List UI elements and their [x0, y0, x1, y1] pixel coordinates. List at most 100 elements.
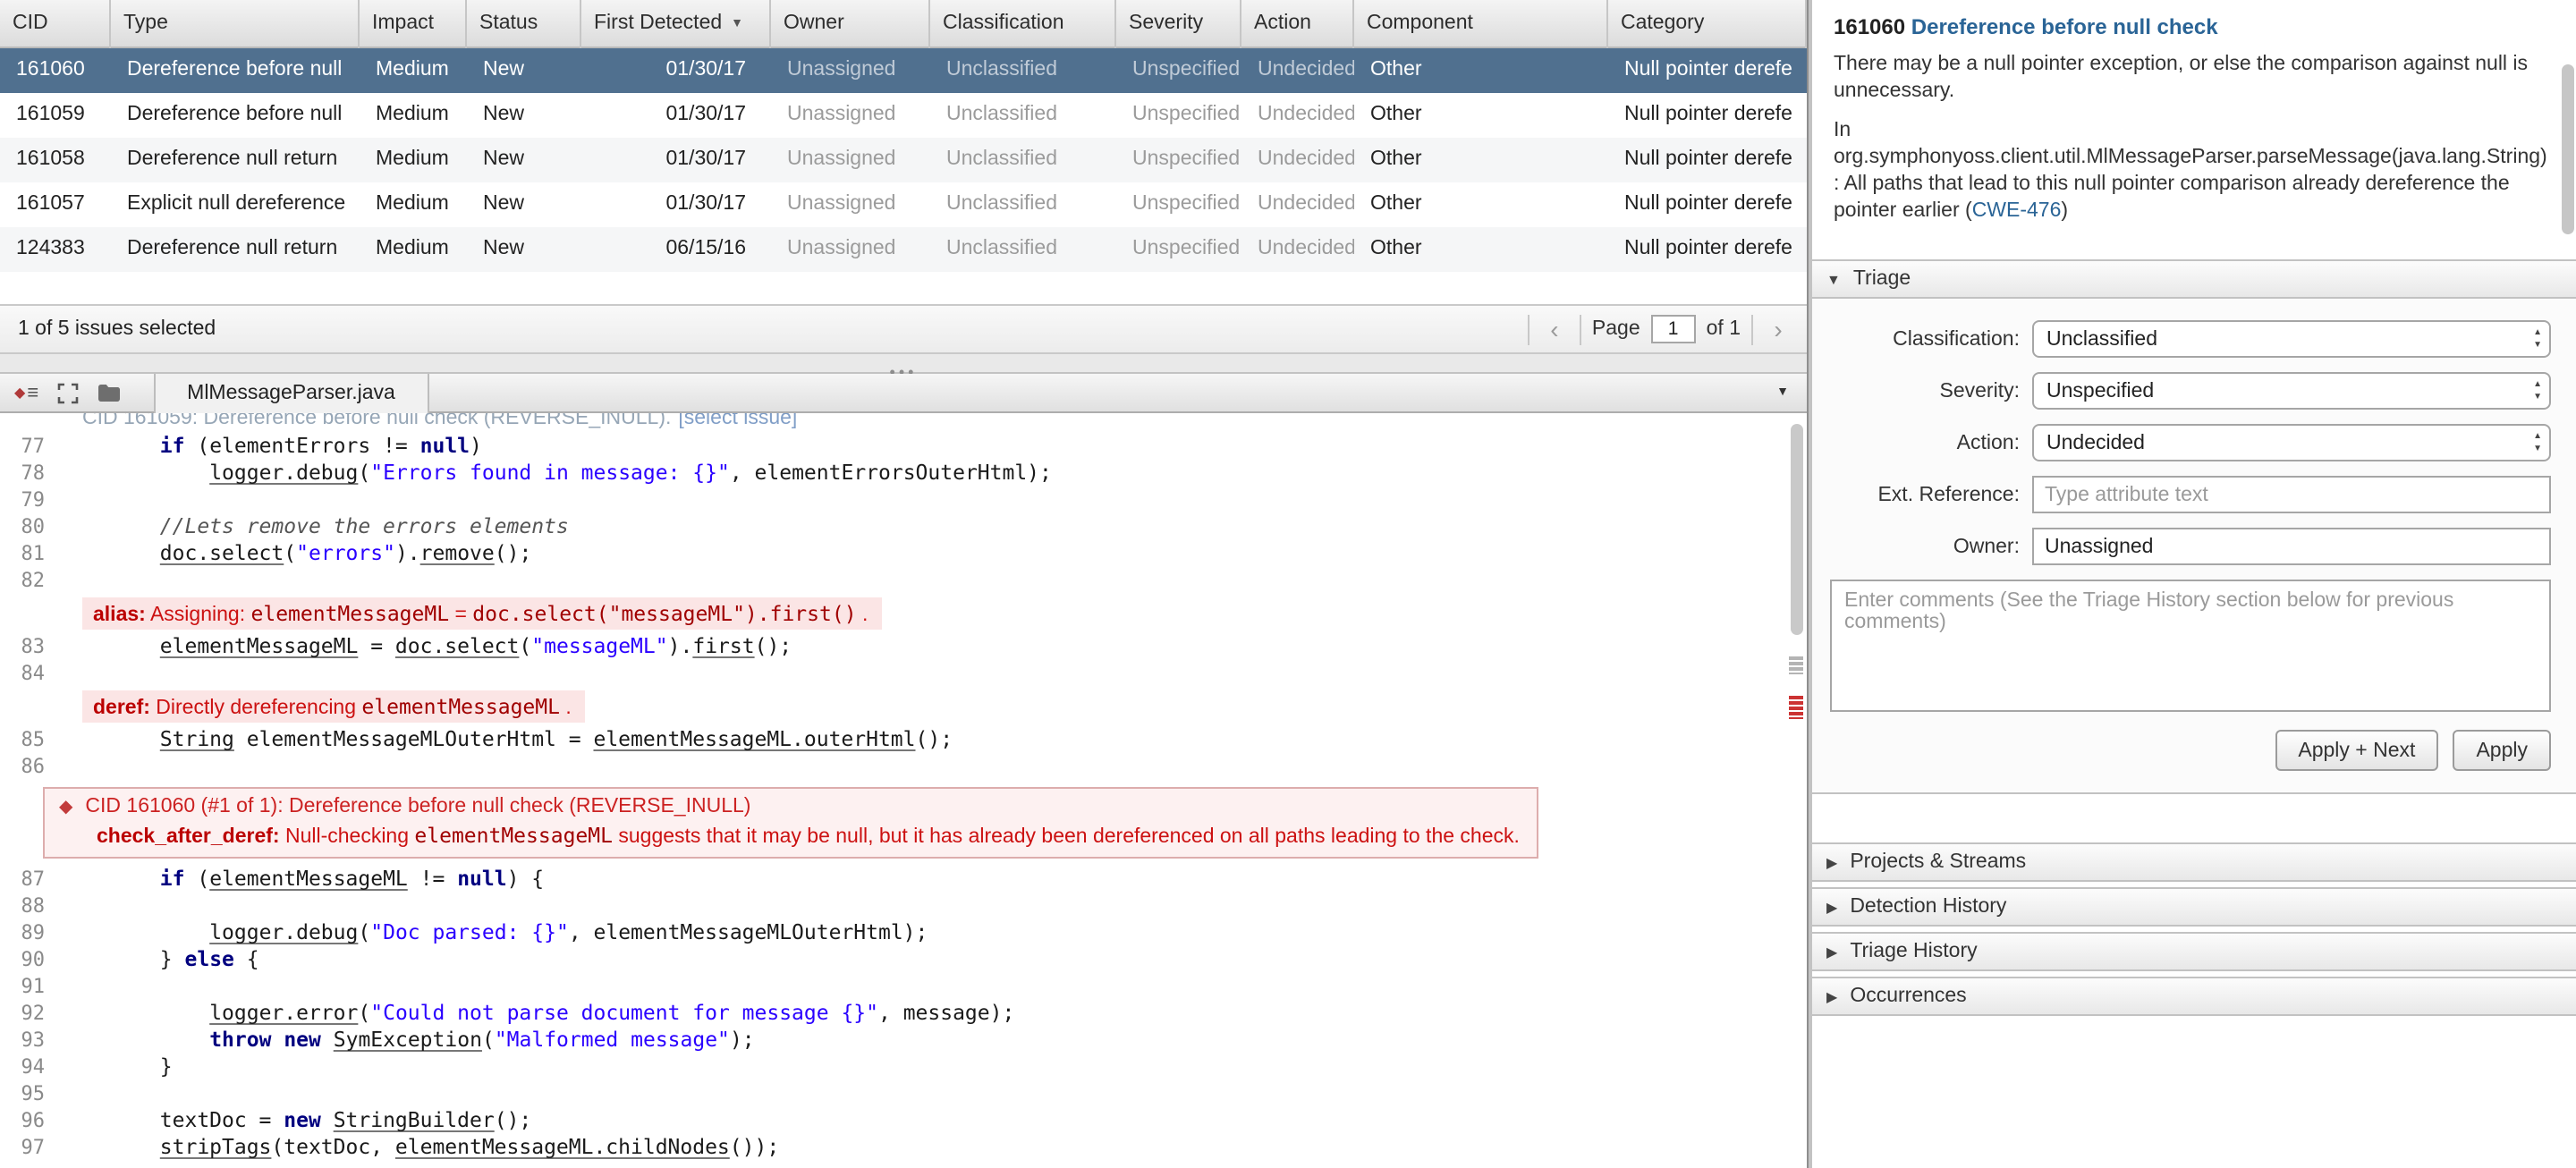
- collapsed-sections: ▶ Projects & Streams ▶ Detection History ▶ Tr…: [1812, 842, 2576, 1016]
- cell-status: New: [483, 104, 525, 125]
- scroll-marker-red[interactable]: [1789, 696, 1803, 719]
- column-header-label: Owner: [784, 13, 844, 34]
- line-number: 95: [21, 1082, 46, 1105]
- triage-field-row: Owner:: [1812, 528, 2576, 565]
- collapsed-triangle-icon: ▶: [1826, 988, 1838, 1004]
- events-diamond-glyph: ◆: [14, 385, 26, 401]
- cell-impact: Medium: [376, 238, 449, 259]
- column-header-status[interactable]: Status: [467, 0, 581, 48]
- apply-next-button[interactable]: Apply + Next: [2275, 730, 2439, 771]
- apply-button[interactable]: Apply: [2453, 730, 2551, 771]
- owner-input[interactable]: [2032, 528, 2551, 565]
- cell-first_detected: 01/30/17: [665, 59, 746, 80]
- issues-table-body: 161060 Dereference before null Medium New 01…: [0, 48, 1807, 272]
- column-header-category[interactable]: Category: [1608, 0, 1807, 48]
- details-scrollbar-thumb[interactable]: [2562, 64, 2574, 234]
- pager-divider: [1751, 314, 1753, 344]
- issue-details-header: 161060 Dereference before null check The…: [1812, 0, 2576, 245]
- code-text: if (elementMessageML != null) {: [159, 866, 545, 891]
- expand-icon[interactable]: [56, 382, 78, 403]
- severity-select[interactable]: Unspecified ▲ ▼: [2032, 372, 2551, 410]
- line-number: 84: [21, 662, 46, 685]
- column-header-impact[interactable]: Impact: [360, 0, 467, 48]
- column-header-label: Type: [123, 13, 168, 34]
- ext-reference-input[interactable]: [2032, 476, 2551, 513]
- code-line: 97 stripTags(textDoc, elementMessageML.c…: [0, 1134, 1807, 1161]
- column-header-classification[interactable]: Classification: [930, 0, 1116, 48]
- event-line: deref: Directly dereferencing elementMes…: [0, 690, 1807, 723]
- code-scrollbar-thumb[interactable]: [1791, 424, 1803, 635]
- column-header-type[interactable]: Type: [111, 0, 360, 48]
- line-number: 82: [21, 569, 46, 592]
- section-header-label: Detection History: [1850, 896, 2007, 918]
- section-header-triage[interactable]: ▼ Triage: [1812, 259, 2576, 299]
- section-header-triage-history[interactable]: ▶ Triage History: [1812, 932, 2576, 971]
- event-chip: deref: Directly dereferencing elementMes…: [82, 690, 586, 723]
- page-input[interactable]: [1650, 315, 1696, 343]
- cell-status: New: [483, 193, 525, 215]
- code-line: 80 //Lets remove the errors elements: [0, 513, 1807, 540]
- triage-buttons: Apply + Next Apply: [1812, 730, 2551, 771]
- folder-icon[interactable]: [96, 383, 121, 402]
- comment-textarea[interactable]: [1830, 580, 2551, 712]
- line-number: 92: [21, 1002, 46, 1025]
- event-label: deref:: [93, 698, 150, 719]
- line-number: 97: [21, 1136, 46, 1159]
- line-number: 91: [21, 975, 46, 998]
- table-row[interactable]: 161057 Explicit null dereference Medium New…: [0, 182, 1807, 227]
- file-tab[interactable]: MlMessageParser.java: [153, 373, 429, 412]
- primary-event-box: ◆ CID 161060 (#1 of 1): Dereference befor…: [43, 787, 1539, 859]
- line-number: 93: [21, 1028, 46, 1052]
- code-line: 90 } else {: [0, 946, 1807, 973]
- line-number: 77: [21, 435, 46, 458]
- column-header-cid[interactable]: CID: [0, 0, 111, 48]
- pager-divider: [1527, 314, 1530, 344]
- cell-impact: Medium: [376, 104, 449, 125]
- code-line: 84: [0, 660, 1807, 687]
- code-text: throw new SymException("Malformed messag…: [209, 1027, 755, 1052]
- code-line: 94 }: [0, 1054, 1807, 1080]
- column-header-component[interactable]: Component: [1354, 0, 1608, 48]
- code-line: 81 doc.select("errors").remove();: [0, 540, 1807, 567]
- column-header-severity[interactable]: Severity: [1116, 0, 1241, 48]
- horizontal-splitter[interactable]: •••: [0, 354, 1807, 380]
- prev-page-button[interactable]: ‹: [1540, 306, 1569, 352]
- event-chip: alias: Assigning: elementMessageML = doc…: [82, 597, 883, 630]
- cell-impact: Medium: [376, 59, 449, 80]
- code-text: logger.error("Could not parse document f…: [209, 1000, 1015, 1025]
- cell-status: New: [483, 148, 525, 170]
- source-viewer: CID 161059: Dereference before null chec…: [0, 413, 1807, 1168]
- triage-field-row: Ext. Reference:: [1812, 476, 2576, 513]
- column-header-label: CID: [13, 13, 48, 34]
- select-issue-link[interactable]: [select issue]: [678, 413, 797, 429]
- section-header-detection-history[interactable]: ▶ Detection History: [1812, 887, 2576, 927]
- cell-severity: Unspecified: [1132, 59, 1241, 80]
- table-row[interactable]: 161058 Dereference null return Medium New 01…: [0, 138, 1807, 182]
- code-text: logger.debug("Errors found in message: {…: [209, 460, 1052, 485]
- table-row[interactable]: 161060 Dereference before null Medium New 01…: [0, 48, 1807, 93]
- column-header-action[interactable]: Action: [1241, 0, 1354, 48]
- cwe-link[interactable]: CWE-476: [1972, 200, 2062, 222]
- scroll-marker-gray[interactable]: [1789, 656, 1803, 674]
- action-select[interactable]: Undecided ▲ ▼: [2032, 424, 2551, 461]
- table-row[interactable]: 124383 Dereference null return Medium New 06…: [0, 227, 1807, 272]
- classification-label: Classification:: [1893, 328, 2020, 350]
- issue-description-close: ): [2061, 200, 2069, 222]
- code-line: 82: [0, 567, 1807, 594]
- next-page-button[interactable]: ›: [1764, 306, 1792, 352]
- section-header-occurrences[interactable]: ▶ Occurrences: [1812, 977, 2576, 1016]
- show-events-icon[interactable]: ◆ ≡: [14, 382, 38, 403]
- code-line: 83 elementMessageML = doc.select("messag…: [0, 633, 1807, 660]
- cell-status: New: [483, 238, 525, 259]
- cell-type: Dereference null return: [127, 238, 338, 259]
- column-header-owner[interactable]: Owner: [771, 0, 930, 48]
- column-header-first_detected[interactable]: First Detected ▼: [581, 0, 771, 48]
- table-row[interactable]: 161059 Dereference before null Medium New 01…: [0, 93, 1807, 138]
- cell-component: Other: [1370, 193, 1422, 215]
- section-header-projects-streams[interactable]: ▶ Projects & Streams: [1812, 842, 2576, 882]
- file-dropdown-icon[interactable]: ▼: [1776, 386, 1789, 399]
- cell-impact: Medium: [376, 193, 449, 215]
- code-line: 95: [0, 1080, 1807, 1107]
- classification-select[interactable]: Unclassified ▲ ▼: [2032, 320, 2551, 358]
- issue-title-link[interactable]: Dereference before null check: [1911, 14, 2218, 39]
